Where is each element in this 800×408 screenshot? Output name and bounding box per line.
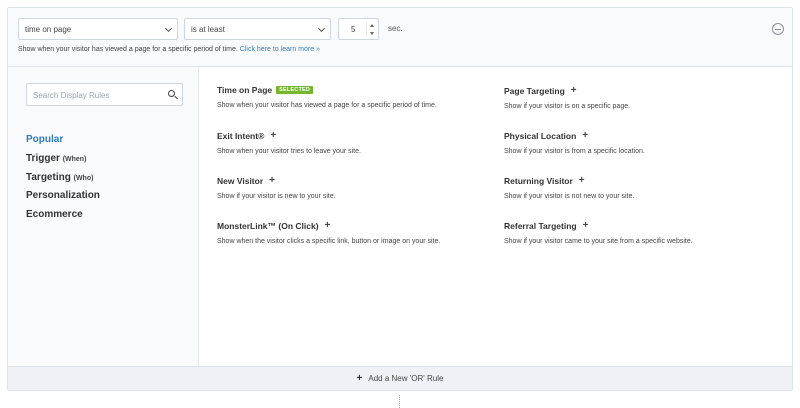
learn-more-link[interactable]: Click here to learn more » [240, 46, 320, 53]
rule-option-desc: Show if your visitor came to your site f… [504, 238, 693, 245]
category-sublabel: (When) [62, 156, 87, 163]
unit-label: sec. [388, 24, 403, 33]
add-or-rule-button[interactable]: + Add a New 'OR' Rule [8, 366, 792, 390]
rule-option-physical-location[interactable]: Physical Location + Show if your visitor … [504, 130, 774, 155]
selected-badge: SELECTED [276, 86, 314, 94]
rule-option-desc: Show if your visitor is new to your site… [217, 193, 336, 200]
rule-option-referral-targeting[interactable]: Referral Targeting + Show if your visitor… [504, 220, 774, 245]
add-icon[interactable]: + [582, 130, 588, 141]
category-label: Trigger [26, 153, 60, 164]
seconds-value: 5 [351, 25, 356, 34]
rule-option-time-on-page[interactable]: Time on Page SELECTED Show when your visi… [217, 85, 487, 109]
rule-description: Show when your visitor has viewed a page… [18, 46, 238, 53]
add-icon[interactable]: + [579, 175, 585, 186]
rule-option-desc: Show if your visitor is on a specific pa… [504, 103, 631, 110]
rule-option-title: MonsterLink™ (On Click) [217, 220, 319, 231]
add-icon[interactable]: + [571, 85, 577, 96]
category-ecommerce[interactable]: Ecommerce [26, 209, 83, 220]
seconds-number-input[interactable]: 5 [338, 18, 379, 40]
rule-option-desc: Show when your visitor has viewed a page… [217, 102, 437, 109]
category-label: Ecommerce [26, 209, 83, 220]
rule-type-value: time on page [25, 25, 72, 34]
category-personalization[interactable]: Personalization [26, 190, 100, 201]
rule-option-title: Exit Intent® [217, 130, 265, 141]
rule-option-page-targeting[interactable]: Page Targeting + Show if your visitor is … [504, 85, 774, 110]
rule-option-new-visitor[interactable]: New Visitor + Show if your visitor is new… [217, 175, 487, 200]
rule-option-desc: Show when your visitor tries to leave yo… [217, 148, 361, 155]
category-label: Targeting [26, 172, 71, 183]
search-box [26, 83, 183, 106]
or-connector-line [399, 395, 400, 408]
add-or-rule-label: Add a New 'OR' Rule [368, 374, 444, 383]
rule-option-title: Returning Visitor [504, 175, 573, 186]
category-label: Personalization [26, 190, 100, 201]
rule-type-select[interactable]: time on page [18, 18, 178, 40]
category-label: Popular [26, 134, 64, 145]
rule-option-title: Time on Page [217, 85, 273, 95]
search-input[interactable] [33, 89, 163, 101]
stepper-down-icon[interactable] [370, 32, 374, 35]
rule-option-desc: Show when the visitor clicks a specific … [217, 238, 441, 245]
stepper-up-icon[interactable] [370, 24, 374, 27]
rule-option-desc: Show if your visitor is from a specific … [504, 148, 645, 155]
operator-select[interactable]: is at least [184, 18, 331, 40]
category-trigger[interactable]: Trigger (When) [26, 153, 86, 164]
category-sublabel: (Who) [73, 175, 94, 182]
rule-option-desc: Show if your visitor is not new to your … [504, 193, 635, 200]
category-targeting[interactable]: Targeting (Who) [26, 172, 93, 183]
add-icon[interactable]: + [270, 130, 276, 141]
search-icon[interactable] [168, 90, 175, 97]
add-icon[interactable]: + [269, 175, 275, 186]
stepper-divider [366, 22, 367, 36]
rule-option-title: Referral Targeting [504, 220, 577, 231]
display-rules-panel: time on page is at least 5 sec. Show whe… [7, 7, 793, 391]
plus-icon: + [356, 373, 363, 384]
rule-editor: time on page is at least 5 sec. Show whe… [8, 8, 792, 67]
rule-option-monsterlink[interactable]: MonsterLink™ (On Click) + Show when the v… [217, 220, 487, 245]
rule-option-returning-visitor[interactable]: Returning Visitor + Show if your visitor … [504, 175, 774, 200]
add-icon[interactable]: + [583, 220, 589, 231]
rule-option-exit-intent[interactable]: Exit Intent® + Show when your visitor tri… [217, 130, 487, 155]
rule-option-title: New Visitor [217, 175, 264, 186]
chevron-down-icon [317, 24, 326, 33]
rule-option-title: Page Targeting [504, 85, 565, 96]
chevron-down-icon [164, 24, 173, 33]
rule-help-text: Show when your visitor has viewed a page… [18, 46, 320, 53]
rule-option-title: Physical Location [504, 130, 577, 141]
rules-sidebar: Popular Trigger (When) Targeting (Who) P… [8, 67, 199, 366]
minus-circle-icon[interactable] [772, 23, 784, 35]
add-icon[interactable]: + [325, 220, 331, 231]
operator-value: is at least [191, 25, 225, 34]
category-popular[interactable]: Popular [26, 134, 63, 145]
